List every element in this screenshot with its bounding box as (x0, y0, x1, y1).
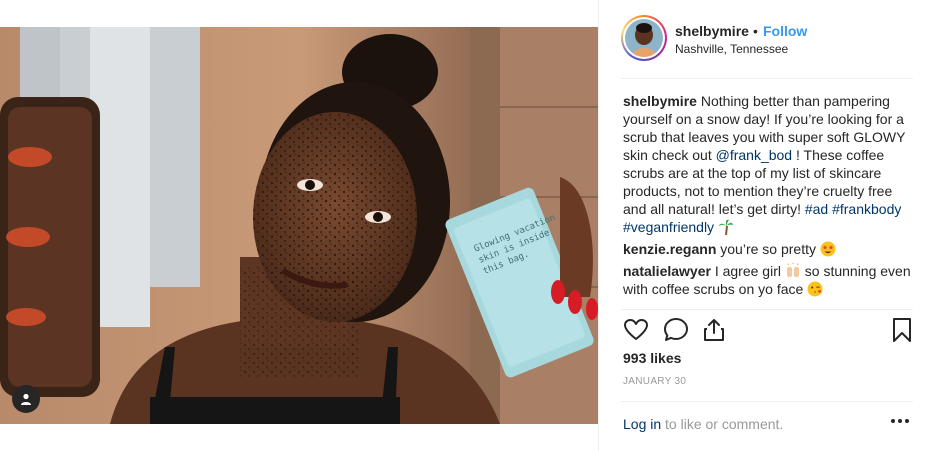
avatar-image (625, 19, 663, 57)
hashtag-link[interactable]: #veganfriendly (623, 219, 714, 235)
comment-item: natalielawyer I agree girl so stunning e… (623, 262, 913, 298)
comment-text: I agree girl (714, 263, 781, 279)
caption-username[interactable]: shelbymire (623, 93, 697, 109)
star-struck-icon (820, 241, 836, 257)
post-photo[interactable]: Glowing vacation skin is inside this bag… (0, 27, 598, 424)
user-tag-icon[interactable] (12, 385, 40, 413)
follow-button[interactable]: Follow (763, 23, 807, 39)
login-prompt: Log in to like or comment. (623, 416, 783, 432)
palm-tree-icon (718, 219, 733, 235)
caption: shelbymire Nothing better than pampering… (623, 92, 913, 236)
heart-icon[interactable] (623, 317, 649, 343)
instagram-post: Glowing vacation skin is inside this bag… (0, 0, 933, 451)
comments-list: shelbymire Nothing better than pampering… (623, 92, 913, 302)
comment-username[interactable]: kenzie.regann (623, 241, 716, 257)
comment-item: kenzie.regann you’re so pretty (623, 240, 913, 258)
avatar[interactable] (621, 15, 667, 61)
share-icon[interactable] (701, 317, 727, 343)
comment-icon[interactable] (663, 317, 689, 343)
comment-username[interactable]: natalielawyer (623, 263, 711, 279)
action-bar (623, 317, 913, 345)
footer-divider (621, 401, 913, 402)
likes-count[interactable]: 993 likes (623, 350, 681, 366)
kissing-heart-icon (807, 281, 823, 297)
post-header: shelbymire • Follow Nashville, Tennessee (599, 0, 933, 78)
more-options-icon[interactable] (891, 414, 911, 428)
post-date[interactable]: JANUARY 30 (623, 376, 686, 387)
author-username[interactable]: shelbymire (675, 23, 749, 39)
location-link[interactable]: Nashville, Tennessee (675, 42, 788, 56)
post-sidebar: shelbymire • Follow Nashville, Tennessee… (598, 0, 933, 451)
login-prompt-text: to like or comment. (665, 416, 784, 432)
login-link[interactable]: Log in (623, 416, 661, 432)
actions-divider (621, 309, 913, 310)
header-divider (621, 78, 913, 79)
hashtag-link[interactable]: #ad (805, 201, 828, 217)
bookmark-icon[interactable] (889, 317, 915, 343)
mention-link[interactable]: @frank_bod (716, 147, 792, 163)
hashtag-link[interactable]: #frankbody (832, 201, 901, 217)
separator-dot: • (753, 23, 758, 39)
raised-hands-icon (786, 263, 799, 277)
comment-text: you’re so pretty (720, 241, 816, 257)
